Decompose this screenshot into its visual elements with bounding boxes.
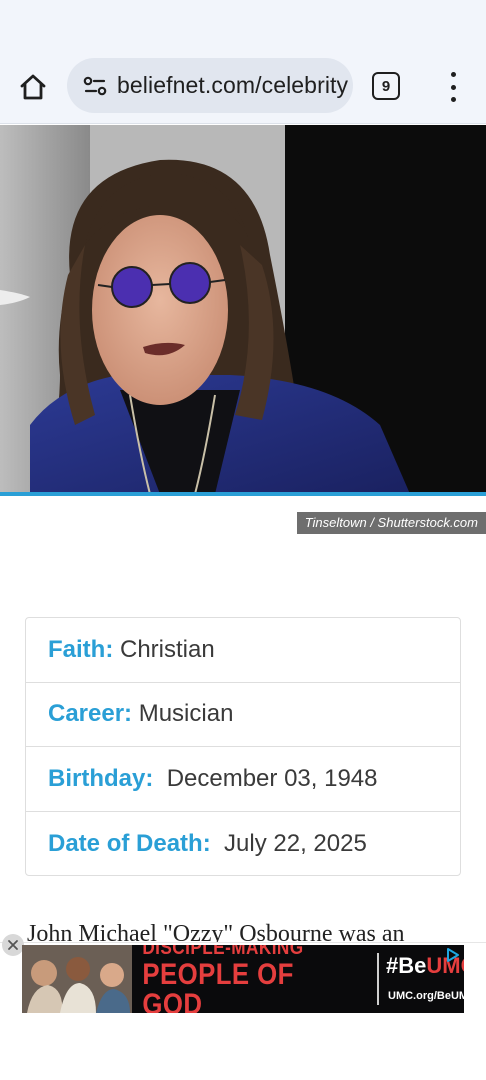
home-button[interactable] [14, 68, 52, 106]
info-label: Date of Death: [48, 829, 211, 857]
site-settings-button[interactable] [73, 58, 117, 113]
browser-toolbar: beliefnet.com/celebrity 9 [0, 50, 486, 124]
url-text: beliefnet.com/celebrity [117, 72, 349, 98]
hero-photo [0, 125, 486, 494]
tune-icon [83, 76, 107, 95]
info-value: Christian [120, 635, 215, 663]
adchoices-button[interactable] [442, 945, 464, 965]
home-icon [20, 74, 46, 100]
hero-accent-border [0, 492, 486, 496]
status-bar-area [0, 0, 486, 50]
ad-headline-line2: PEOPLE OF GOD [142, 958, 294, 1014]
close-icon [8, 940, 18, 950]
info-row-faith: Faith: Christian [26, 618, 460, 683]
ad-headline-line1: DISCIPLE-MAKING [142, 945, 304, 959]
adchoices-icon [447, 948, 459, 962]
ad-divider [377, 953, 379, 1005]
ad-photo [22, 945, 132, 1013]
info-row-career: Career: Musician [26, 683, 460, 747]
browser-menu-button[interactable] [442, 70, 464, 104]
info-label: Faith: [48, 635, 114, 663]
celebrity-info-card: Faith: Christian Career: Musician Birthd… [25, 617, 461, 876]
ad-banner[interactable]: DISCIPLE-MAKING PEOPLE OF GOD #BeUMC UMC… [22, 945, 464, 1013]
tab-switcher-button[interactable]: 9 [372, 72, 400, 100]
info-value: December 03, 1948 [166, 764, 378, 792]
info-row-date-of-death: Date of Death: July 22, 2025 [26, 812, 460, 877]
photo-credit: Tinseltown / Shutterstock.com [296, 512, 486, 534]
info-value: Musician [138, 700, 234, 728]
more-vert-icon [450, 72, 456, 77]
info-row-birthday: Birthday: December 03, 1948 [26, 747, 460, 812]
ad-headline: DISCIPLE-MAKING PEOPLE OF GOD [132, 945, 330, 1013]
portrait-image [0, 125, 486, 494]
info-label: Birthday: [48, 764, 154, 792]
ad-url: UMC.org/BeUMC [388, 990, 464, 1002]
ad-close-button[interactable] [2, 934, 24, 956]
ad-brand-prefix: #Be [386, 953, 427, 978]
address-bar[interactable]: beliefnet.com/celebrity [67, 58, 353, 113]
info-value: July 22, 2025 [224, 829, 367, 857]
info-label: Career: [48, 700, 133, 728]
